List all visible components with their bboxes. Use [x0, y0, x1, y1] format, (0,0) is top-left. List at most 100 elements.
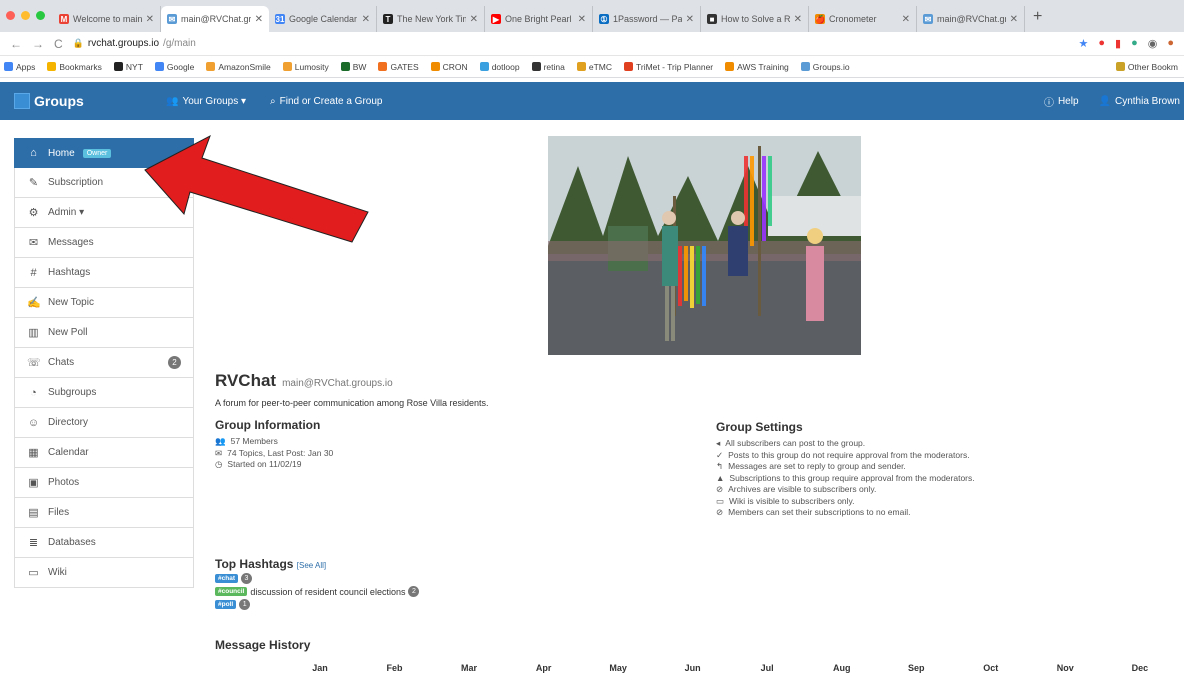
month-label: Apr	[535, 663, 552, 673]
users-icon: ☺	[27, 416, 40, 429]
other-bookmarks[interactable]: Other Bookm	[1115, 62, 1184, 72]
close-tab-icon[interactable]: ✕	[902, 14, 910, 25]
close-tab-icon[interactable]: ✕	[794, 14, 802, 25]
bookmark-item[interactable]: GATES	[378, 62, 419, 72]
group-setting: ✓ Posts to this group do not require appr…	[716, 449, 970, 460]
group-information-heading: Group Information	[215, 418, 321, 432]
back-icon[interactable]: ←	[10, 37, 22, 51]
started-date: Started on 11/02/19	[227, 459, 302, 469]
user-menu[interactable]: 👤 Cynthia Brown	[1099, 94, 1180, 109]
bookmark-item[interactable]: Groups.io	[800, 62, 850, 72]
bookmark-favicon-icon	[340, 62, 350, 71]
hashtag-link[interactable]: #poll	[215, 600, 237, 609]
extension-icon[interactable]: ▮	[1115, 37, 1121, 50]
sidebar-item-wiki[interactable]: ▭ Wiki	[14, 558, 194, 588]
bookmark-star-icon[interactable]: ★	[1078, 37, 1088, 50]
bookmark-item[interactable]: eTMC	[576, 62, 612, 72]
month-label: Jul	[760, 663, 774, 673]
sidebar-item-databases[interactable]: ≣ Databases	[14, 528, 194, 558]
browser-tab[interactable]: ■ How to Solve a Ru ✕	[701, 6, 809, 32]
bookmark-item[interactable]: TriMet - Trip Planner	[623, 62, 713, 72]
groups-logo[interactable]: Groups	[0, 93, 156, 109]
browser-tab[interactable]: ① 1Password — Pass ✕	[593, 6, 701, 32]
group-name: RVChat	[215, 371, 277, 390]
bookmark-item[interactable]: AWS Training	[725, 62, 789, 72]
calendar-icon: ▦	[28, 447, 39, 459]
see-all-hashtags-link[interactable]: [See All]	[297, 561, 326, 570]
browser-tab[interactable]: ▶ One Bright Pearl - ✕	[485, 6, 593, 32]
bookmark-favicon-icon	[4, 62, 13, 71]
group-settings-heading: Group Settings	[716, 420, 803, 434]
sidebar-item-label: Photos	[48, 477, 80, 488]
sidebar-item-directory[interactable]: ☺ Directory	[14, 408, 194, 438]
bookmark-item[interactable]: BW	[340, 62, 366, 72]
sidebar-item-label: Admin ▾	[48, 207, 85, 218]
bookmark-item[interactable]: retina	[531, 62, 565, 72]
browser-tab[interactable]: 31 Google Calendar - ✕	[269, 6, 377, 32]
extension-icon[interactable]: ●	[1098, 37, 1105, 50]
sidebar-item-new-topic[interactable]: ✍ New Topic	[14, 288, 194, 318]
bookmark-item[interactable]: CRON	[430, 62, 468, 72]
browser-tab[interactable]: T The New York Tim ✕	[377, 6, 485, 32]
edit-icon: ✍	[27, 297, 41, 309]
help-link[interactable]: ⓘ Help	[1044, 94, 1079, 109]
month-label: Mar	[461, 663, 478, 673]
bookmark-favicon-icon	[800, 62, 810, 71]
extension-icon[interactable]: ◉	[1148, 37, 1158, 50]
bookmark-item[interactable]: NYT	[113, 62, 143, 72]
new-tab-button[interactable]: +	[1025, 8, 1050, 32]
bookmark-item[interactable]: AmazonSmile	[206, 62, 271, 72]
bookmark-item[interactable]: Bookmarks	[47, 62, 102, 72]
your-groups-menu[interactable]: 👥 Your Groups ▾	[166, 96, 246, 107]
minimize-window-button[interactable]	[21, 11, 30, 20]
address-bar-row: ← → C 🔒 rvchat.groups.io/g/main ★ ● ▮ ● …	[0, 32, 1184, 56]
close-tab-icon[interactable]: ✕	[686, 14, 694, 25]
hashtag-link[interactable]: #council	[215, 587, 248, 596]
sidebar-item-photos[interactable]: ▣ Photos	[14, 468, 194, 498]
bookmark-item[interactable]: Apps	[4, 62, 35, 72]
sidebar-item-files[interactable]: ▤ Files	[14, 498, 194, 528]
message-history-heading: Message History	[215, 638, 311, 652]
bookmark-item[interactable]: dotloop	[479, 62, 520, 72]
bookmark-item[interactable]: Google	[154, 62, 194, 72]
comments-icon: ✉	[215, 447, 223, 458]
sidebar-item-label: Hashtags	[48, 267, 91, 278]
browser-tab[interactable]: 🍎 Cronometer ✕	[809, 6, 917, 32]
profile-avatar[interactable]: ●	[1167, 37, 1174, 50]
tab-title: Cronometer	[829, 14, 877, 24]
tab-favicon-icon: T	[383, 14, 393, 24]
wiki-icon: ▭	[28, 567, 39, 579]
logo-icon	[14, 93, 30, 109]
hashtag-link[interactable]: #chat	[215, 574, 238, 583]
sidebar-item-chats[interactable]: ☏ Chats 2	[14, 348, 194, 378]
close-tab-icon[interactable]: ✕	[470, 14, 478, 25]
sidebar-item-calendar[interactable]: ▦ Calendar	[14, 438, 194, 468]
reload-icon[interactable]: C	[54, 37, 63, 51]
chart-icon: ▥	[28, 327, 39, 339]
sidebar-item-hashtags[interactable]: # Hashtags	[14, 258, 194, 288]
home-icon: ⌂	[30, 147, 37, 159]
ban-icon: ⊘	[716, 507, 724, 517]
group-settings: Group Settings ◂ All subscribers can post…	[716, 420, 975, 519]
close-tab-icon[interactable]: ✕	[1010, 14, 1018, 25]
bookmark-favicon-icon	[725, 62, 735, 71]
browser-tab[interactable]: ✉ main@RVChat.gro ✕	[917, 6, 1025, 32]
close-tab-icon[interactable]: ✕	[146, 14, 154, 25]
extension-icon[interactable]: ●	[1131, 37, 1138, 50]
lock-icon: ▲	[716, 472, 725, 483]
bookmark-item[interactable]: Lumosity	[282, 62, 329, 72]
close-tab-icon[interactable]: ✕	[578, 14, 586, 25]
maximize-window-button[interactable]	[36, 11, 45, 20]
close-tab-icon[interactable]: ✕	[255, 14, 263, 25]
owner-badge: Owner	[82, 148, 112, 158]
browser-tab[interactable]: ✉ main@RVChat.gro ✕	[161, 6, 269, 32]
close-window-button[interactable]	[6, 11, 15, 20]
url-field[interactable]: 🔒 rvchat.groups.io/g/main	[73, 38, 1079, 49]
close-tab-icon[interactable]: ✕	[362, 14, 370, 25]
sidebar-item-subgroups[interactable]: ◔ Subgroups	[14, 378, 194, 408]
sidebar-item-new-poll[interactable]: ▥ New Poll	[14, 318, 194, 348]
forward-icon[interactable]: →	[32, 37, 44, 51]
bookmark-favicon-icon	[531, 62, 541, 71]
browser-tab[interactable]: M Welcome to main@ ✕	[53, 6, 161, 32]
find-create-group-link[interactable]: ⌕ Find or Create a Group	[270, 96, 382, 107]
